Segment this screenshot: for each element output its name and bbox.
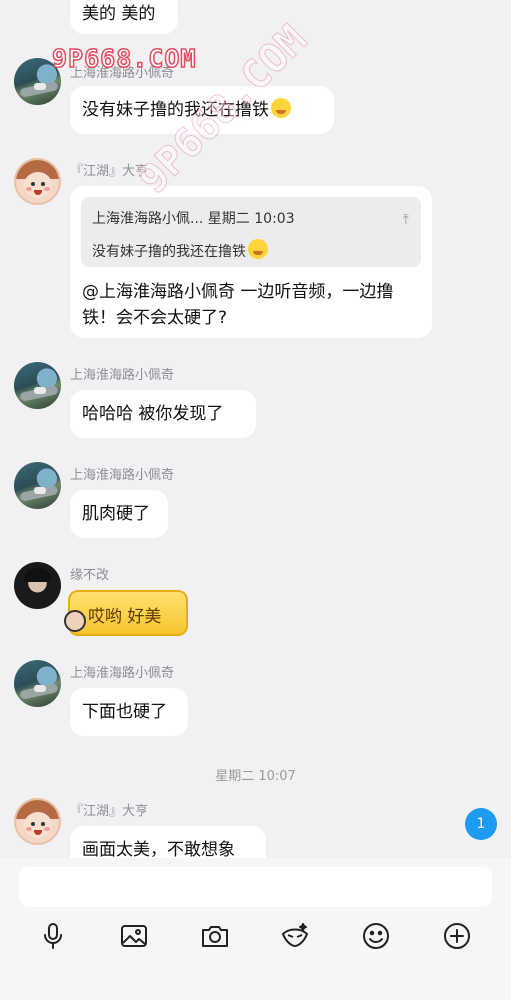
message-bubble[interactable]: 美的 美的 [70,0,178,34]
message-bubble[interactable]: 肌肉硬了 [70,490,168,538]
input-bar [0,858,511,1000]
message-text: 下面也硬了 [82,702,167,722]
watermark: 9P668.COM [51,43,197,74]
chat-message-list[interactable]: 美的 美的 上海淮海路小佩奇 没有妹子撸的我还在撸铁 9P668.COM 『江湖… [0,0,511,858]
avatar[interactable] [14,562,61,609]
quoted-message[interactable]: 上海淮海路小佩... 星期二 10:03 没有妹子撸的我还在撸铁 ⤒ [81,197,421,267]
image-icon[interactable] [118,920,150,952]
sender-name: 上海淮海路小佩奇 [70,468,175,483]
avatar[interactable] [14,660,61,707]
unread-badge[interactable]: 1 [465,808,497,840]
sender-name: 缘不改 [70,568,110,583]
avatar[interactable] [14,362,61,409]
message-bubble[interactable]: 哈哈哈 被你发现了 [70,390,256,438]
message-text: 哈哈哈 被你发现了 [82,404,224,424]
plus-icon[interactable] [441,920,473,952]
sticker-icon[interactable] [279,920,311,952]
sender-name: 上海淮海路小佩奇 [70,368,175,383]
message-text: @上海淮海路小佩奇 一边听音频，一边撸铁！会不会太硬了? [82,282,394,328]
message-input[interactable] [19,867,492,907]
sticker-message-bubble[interactable]: 哎哟 好美 [68,590,188,636]
laughing-crying-emoji-icon [271,98,291,118]
microphone-icon[interactable] [37,920,69,952]
sender-name: 上海淮海路小佩奇 [70,666,175,681]
message-text: 肌肉硬了 [82,504,150,524]
camera-icon[interactable] [199,920,231,952]
message-bubble[interactable]: 上海淮海路小佩... 星期二 10:03 没有妹子撸的我还在撸铁 ⤒ @上海淮海… [70,186,432,338]
sticker-face-icon [64,610,86,632]
message-text: 美的 美的 [82,4,156,24]
message-bubble[interactable]: 下面也硬了 [70,688,188,736]
message-text: 哎哟 好美 [88,607,162,627]
jump-to-quote-icon[interactable]: ⤒ [403,208,409,232]
avatar[interactable] [14,462,61,509]
quote-text: 没有妹子撸的我还在撸铁 [92,244,246,260]
emoji-icon[interactable] [360,920,392,952]
avatar[interactable] [14,798,61,845]
time-separator: 星期二 10:07 [215,769,296,784]
quote-header: 上海淮海路小佩... 星期二 10:03 [92,211,295,227]
sender-name: 『江湖』大亨 [70,804,149,819]
laughing-crying-emoji-icon [248,239,268,259]
message-bubble[interactable]: 画面太美，不敢想象 [70,826,266,858]
message-text: 画面太美，不敢想象 [82,840,235,858]
avatar[interactable] [14,158,61,205]
